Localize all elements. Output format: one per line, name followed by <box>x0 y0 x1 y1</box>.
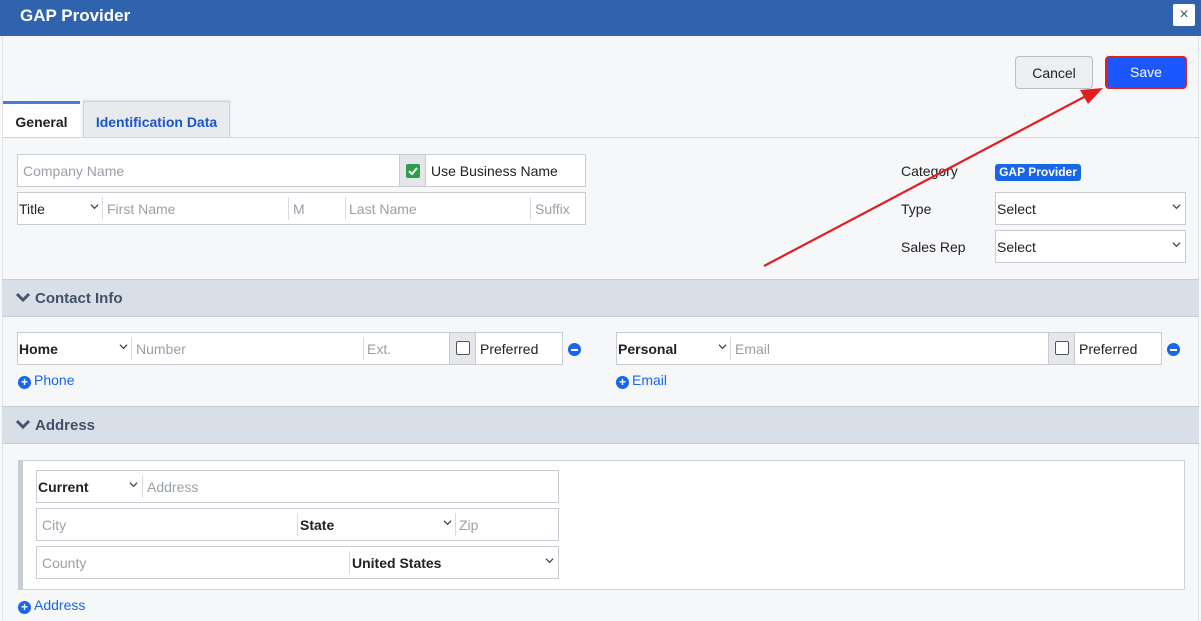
use-business-name-field: Use Business Name <box>425 154 586 187</box>
company-name-placeholder: Company Name <box>23 163 125 179</box>
cancel-button[interactable]: Cancel <box>1015 56 1093 89</box>
add-address-link[interactable]: + Address <box>18 597 85 614</box>
divider <box>455 513 456 536</box>
plus-icon: + <box>18 376 31 389</box>
close-icon[interactable]: × <box>1173 4 1195 26</box>
chevron-down-icon[interactable] <box>119 342 128 354</box>
remove-email-icon[interactable] <box>1167 343 1180 356</box>
divider <box>142 475 143 498</box>
use-business-name-checkbox-cell[interactable] <box>399 154 426 187</box>
company-name-input[interactable]: Company Name <box>17 154 400 187</box>
checkbox-unchecked-icon[interactable] <box>1055 341 1069 355</box>
county-country-row: County United States <box>36 546 559 579</box>
plus-icon: + <box>616 376 629 389</box>
first-name-input[interactable]: First Name <box>107 201 175 217</box>
email-preferred-checkbox-cell[interactable] <box>1048 333 1075 364</box>
address-type-select-value[interactable]: Current <box>38 479 89 495</box>
person-name-row: Title First Name M Last Name Suffix <box>17 192 586 225</box>
chevron-down-icon[interactable] <box>545 556 554 568</box>
type-label: Type <box>901 201 932 217</box>
chevron-down-icon[interactable] <box>129 480 138 492</box>
window-title: GAP Provider <box>20 6 131 25</box>
add-email-link[interactable]: + Email <box>616 372 667 389</box>
add-email-label: Email <box>632 372 668 388</box>
contact-info-section-header[interactable]: Contact Info <box>2 279 1199 317</box>
chevron-down-icon[interactable] <box>443 518 452 530</box>
divider <box>345 197 346 220</box>
type-select[interactable]: Select <box>995 192 1186 225</box>
divider <box>530 197 531 220</box>
zip-input[interactable]: Zip <box>459 517 478 533</box>
chevron-down-icon[interactable] <box>15 417 31 433</box>
phone-ext-input[interactable]: Ext. <box>367 341 391 357</box>
address-card-accent <box>18 460 23 590</box>
category-badge: GAP Provider <box>995 164 1081 181</box>
middle-initial-input[interactable]: M <box>293 201 305 217</box>
type-select-value: Select <box>997 201 1036 217</box>
divider <box>297 513 298 536</box>
email-preferred-label: Preferred <box>1079 341 1138 357</box>
divider <box>730 337 731 360</box>
sales-rep-label: Sales Rep <box>901 239 966 255</box>
address-section-header[interactable]: Address <box>2 406 1199 444</box>
chevron-down-icon <box>1172 202 1181 214</box>
phone-preferred-label: Preferred <box>480 341 539 357</box>
country-select-value[interactable]: United States <box>352 555 441 571</box>
phone-type-select-value[interactable]: Home <box>19 341 58 357</box>
tab-general[interactable]: General <box>3 101 80 138</box>
county-input[interactable]: County <box>42 555 86 571</box>
add-phone-link[interactable]: + Phone <box>18 372 74 389</box>
add-address-label: Address <box>34 597 86 613</box>
divider <box>288 197 289 220</box>
plus-icon: + <box>18 601 31 614</box>
phone-row: Home Number Ext. Preferred <box>17 332 563 365</box>
phone-preferred-checkbox-cell[interactable] <box>449 333 476 364</box>
state-select-value[interactable]: State <box>300 517 334 533</box>
tab-identification-data[interactable]: Identification Data <box>83 101 230 138</box>
divider <box>102 197 103 220</box>
remove-phone-icon[interactable] <box>568 343 581 356</box>
checkbox-checked-icon[interactable] <box>406 164 420 178</box>
checkbox-unchecked-icon[interactable] <box>456 341 470 355</box>
suffix-input[interactable]: Suffix <box>535 201 570 217</box>
window-titlebar: GAP Provider × <box>0 0 1201 36</box>
last-name-input[interactable]: Last Name <box>349 201 417 217</box>
address-title: Address <box>35 417 96 434</box>
city-state-zip-row: City State Zip <box>36 508 559 541</box>
tab-divider <box>2 137 1199 138</box>
address-input[interactable]: Address <box>147 479 198 495</box>
city-input[interactable]: City <box>42 517 66 533</box>
sales-rep-select[interactable]: Select <box>995 230 1186 263</box>
chevron-down-icon[interactable] <box>718 342 727 354</box>
chevron-down-icon[interactable] <box>90 202 99 214</box>
sales-rep-select-value: Select <box>997 239 1036 255</box>
email-type-select-value[interactable]: Personal <box>618 341 677 357</box>
category-label: Category <box>901 163 958 179</box>
use-business-name-label: Use Business Name <box>431 163 558 179</box>
divider <box>363 337 364 360</box>
save-button[interactable]: Save <box>1105 56 1187 89</box>
chevron-down-icon <box>1172 240 1181 252</box>
contact-info-title: Contact Info <box>35 290 123 307</box>
divider <box>349 551 350 574</box>
chevron-down-icon[interactable] <box>15 290 31 306</box>
phone-number-input[interactable]: Number <box>136 341 186 357</box>
title-select-value[interactable]: Title <box>19 201 45 217</box>
add-phone-label: Phone <box>34 372 75 388</box>
divider <box>131 337 132 360</box>
email-input[interactable]: Email <box>735 341 770 357</box>
email-row: Personal Email Preferred <box>616 332 1162 365</box>
address-line-row: Current Address <box>36 470 559 503</box>
